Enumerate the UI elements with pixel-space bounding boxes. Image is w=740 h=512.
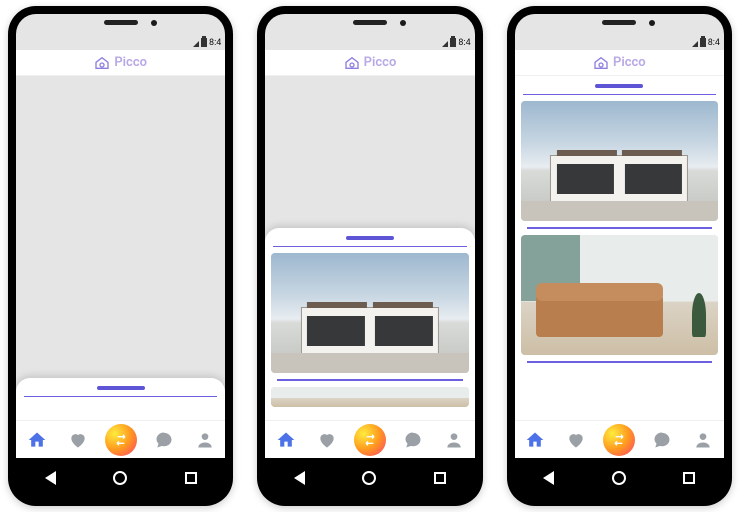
bottom-nav (16, 420, 225, 458)
signal-icon (193, 41, 199, 47)
nav-favorites[interactable] (313, 426, 341, 454)
battery-icon (700, 38, 706, 47)
card-divider (527, 227, 712, 229)
app-title: Picco (114, 55, 147, 70)
nav-swap-fab[interactable] (105, 424, 137, 456)
speaker-slit (602, 20, 636, 25)
signal-icon (692, 41, 698, 47)
house-camera-icon (593, 55, 609, 71)
drag-handle-icon[interactable] (346, 236, 394, 240)
nav-chat[interactable] (399, 426, 427, 454)
app-body (265, 76, 474, 420)
sheet-handle-area[interactable] (16, 378, 225, 396)
android-nav-bar (515, 458, 724, 498)
bottom-sheet[interactable] (16, 378, 225, 420)
sheet-divider (273, 246, 466, 247)
nav-swap-fab[interactable] (354, 424, 386, 456)
back-icon[interactable] (45, 471, 56, 485)
nav-profile[interactable] (191, 426, 219, 454)
front-camera (400, 20, 406, 26)
home-circle-icon[interactable] (612, 471, 626, 485)
phone-frame: 8:4 Picco (8, 6, 233, 506)
signal-icon (442, 41, 448, 47)
house-camera-icon (94, 55, 110, 71)
sheet-handle-area[interactable] (265, 228, 474, 246)
nav-home[interactable] (521, 426, 549, 454)
app-title: Picco (613, 55, 646, 70)
back-icon[interactable] (543, 471, 554, 485)
nav-chat[interactable] (150, 426, 178, 454)
listing-card-interior[interactable] (521, 235, 718, 355)
nav-favorites[interactable] (562, 426, 590, 454)
phone-frame: 8:4 Picco (507, 6, 732, 506)
drag-handle-icon[interactable] (595, 84, 643, 88)
android-nav-bar (265, 458, 474, 498)
status-time: 8:4 (708, 38, 720, 48)
recent-square-icon[interactable] (434, 472, 446, 484)
card-divider (527, 361, 712, 363)
battery-icon (450, 38, 456, 47)
back-icon[interactable] (294, 471, 305, 485)
battery-icon (201, 38, 207, 47)
app-header: Picco (16, 50, 225, 76)
listing-card-interior[interactable] (271, 387, 468, 407)
drag-handle-icon[interactable] (97, 386, 145, 390)
home-circle-icon[interactable] (362, 471, 376, 485)
sheet-divider (523, 94, 716, 95)
front-camera (151, 20, 157, 26)
app-body (515, 76, 724, 420)
app-body (16, 76, 225, 420)
bottom-nav (265, 420, 474, 458)
nav-home[interactable] (272, 426, 300, 454)
home-circle-icon[interactable] (113, 471, 127, 485)
nav-profile[interactable] (689, 426, 717, 454)
speaker-slit (104, 20, 138, 25)
bottom-nav (515, 420, 724, 458)
screen: 8:4 Picco (16, 14, 225, 458)
nav-swap-fab[interactable] (603, 424, 635, 456)
app-title: Picco (364, 55, 397, 70)
nav-profile[interactable] (440, 426, 468, 454)
listing-card-house[interactable] (521, 101, 718, 221)
nav-chat[interactable] (648, 426, 676, 454)
nav-home[interactable] (23, 426, 51, 454)
status-time: 8:4 (458, 38, 470, 48)
card-divider (277, 379, 462, 381)
speaker-slit (353, 20, 387, 25)
sheet-card-list[interactable] (515, 101, 724, 420)
bottom-sheet[interactable] (265, 228, 474, 420)
house-camera-icon (344, 55, 360, 71)
sheet-handle-area[interactable] (515, 76, 724, 94)
screen: 8:4 Picco (515, 14, 724, 458)
nav-favorites[interactable] (64, 426, 92, 454)
status-time: 8:4 (209, 38, 221, 48)
app-header: Picco (265, 50, 474, 76)
recent-square-icon[interactable] (683, 472, 695, 484)
sheet-card-list[interactable] (265, 253, 474, 420)
recent-square-icon[interactable] (185, 472, 197, 484)
phone-frame: 8:4 Picco (257, 6, 482, 506)
listing-card-house[interactable] (271, 253, 468, 373)
bottom-sheet[interactable] (515, 76, 724, 420)
app-header: Picco (515, 50, 724, 76)
android-nav-bar (16, 458, 225, 498)
sheet-divider (24, 396, 217, 397)
screen: 8:4 Picco (265, 14, 474, 458)
